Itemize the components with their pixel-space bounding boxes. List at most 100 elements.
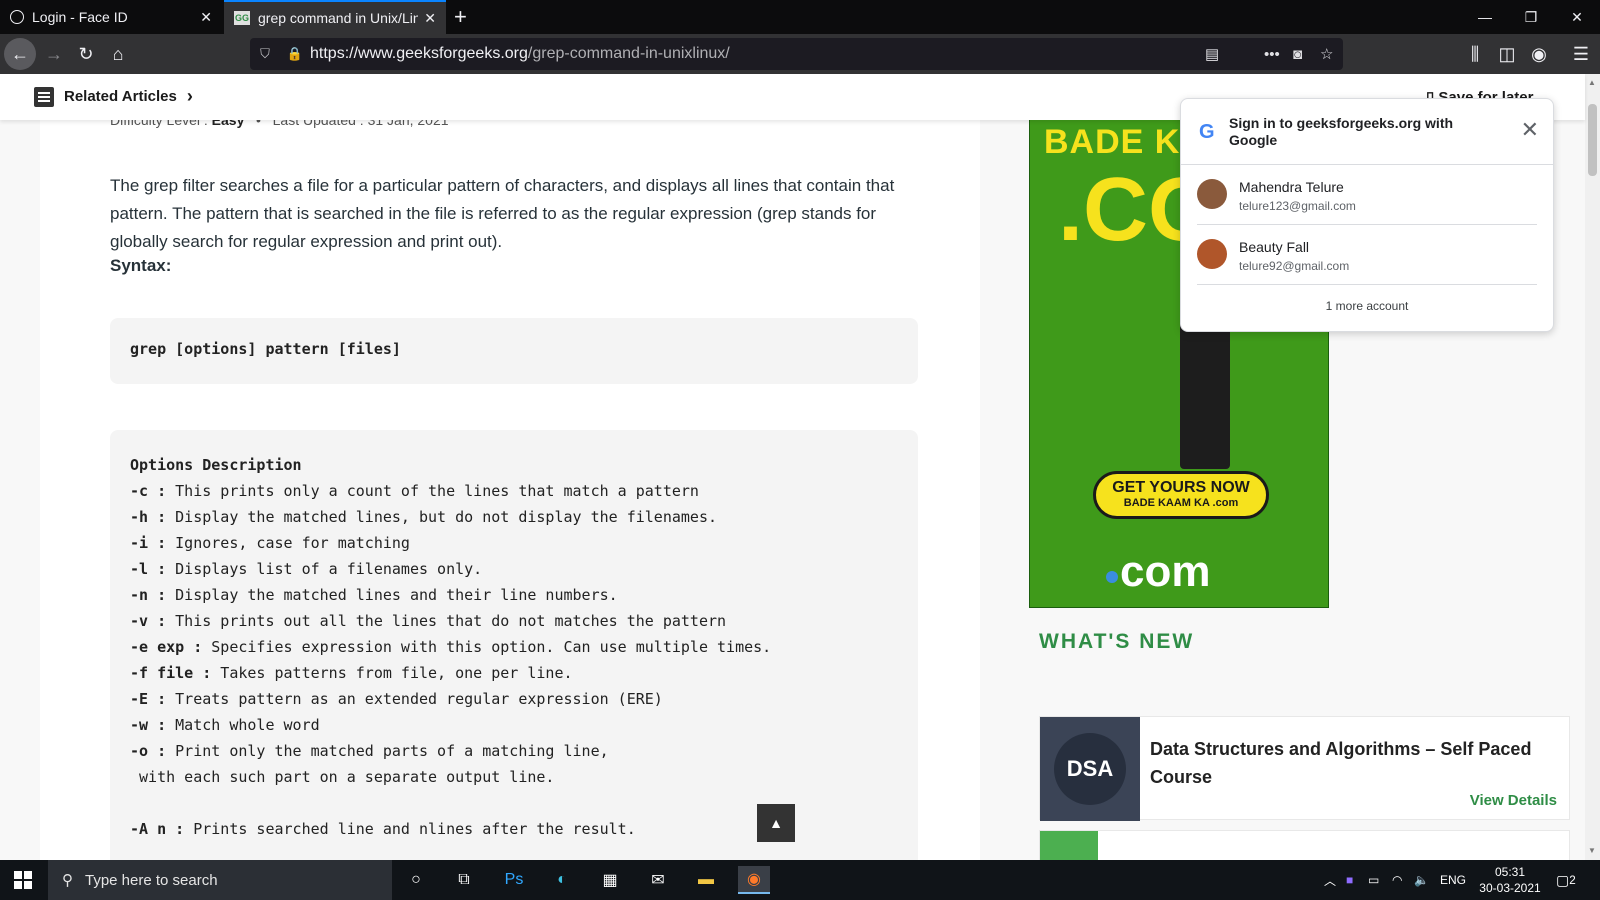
google-logo-icon: G [1199,121,1215,143]
option-flag: -v : [130,612,167,630]
globe-icon [10,10,24,24]
close-tab-icon[interactable]: ✕ [424,10,436,27]
option-line: -e exp : Specifies expression with this … [130,634,898,660]
google-signin-popup: G Sign in to geeksforgeeks.org with Goog… [1180,98,1554,332]
ad-com-text: com [1105,547,1211,596]
pocket-icon[interactable]: ◙ [1293,38,1302,70]
sidebar-toggle-icon[interactable]: ◫ [1491,38,1523,70]
options-code-block: Options Description -c : This prints onl… [110,430,918,860]
wifi-icon[interactable]: ◠ [1392,860,1402,900]
battery-icon[interactable]: ▭ [1368,860,1379,900]
intro-paragraph: The grep filter searches a file for a pa… [110,176,895,251]
mail-icon[interactable]: ✉ [642,866,674,894]
page-scrollbar[interactable]: ▲ ▼ [1585,74,1600,860]
close-icon[interactable]: ✕ [1521,117,1539,143]
firefox-icon[interactable]: ◉ [738,866,770,894]
article-body: Difficulty Level : Easy • Last Updated :… [40,74,980,860]
library-icon[interactable]: ⫼ [1459,38,1491,70]
course-card-title[interactable]: Data Structures and Algorithms – Self Pa… [1150,735,1560,791]
browser-nav-bar: ← → ↻ ⌂ ⛉ 🔒 https://www.geeksforgeeks.or… [0,34,1600,74]
avatar [1197,179,1227,209]
volume-icon[interactable]: 🔈 [1414,860,1429,900]
option-line: -f file : Takes patterns from file, one … [130,660,898,686]
account-icon[interactable]: ◉ [1523,38,1555,70]
file-explorer-icon[interactable]: ▬ [690,866,722,894]
windows-taskbar: ⚲ Type here to search ○ ⧉ Ps ◐ ▦ ✉ ▬ ◉ ︿… [0,860,1600,900]
new-tab-button[interactable]: + [454,4,467,30]
option-flag: -h : [130,508,167,526]
close-window-button[interactable]: ✕ [1554,0,1600,34]
option-description: Specifies expression with this option. C… [202,638,772,656]
option-description: Takes patterns from file, one per line. [211,664,573,682]
task-view-icon[interactable]: ⧉ [448,866,480,894]
view-details-link[interactable]: View Details [1470,792,1557,809]
taskbar-search-box[interactable]: ⚲ Type here to search [48,860,392,900]
store-icon[interactable]: ▦ [594,866,626,894]
clock-time: 05:31 [1494,865,1526,879]
reader-view-icon[interactable]: ▤ [1205,38,1219,70]
dsa-logo: DSA [1054,733,1126,805]
more-accounts-link[interactable]: 1 more account [1181,299,1553,313]
document-list-icon [34,86,54,107]
account-name: Beauty Fall [1239,239,1310,255]
scroll-to-top-button[interactable]: ▲ [757,804,795,842]
option-flag: -f file : [130,664,212,682]
lock-icon[interactable]: 🔒 [280,46,310,62]
gfg-favicon-icon: GG [234,11,250,25]
option-description: Treats pattern as an extended regular ex… [166,690,663,708]
tab-login-face-id[interactable]: Login - Face ID ✕ [0,0,222,34]
option-description: Prints searched line and nlines after th… [184,820,636,838]
shield-icon[interactable]: ⛉ [250,46,280,62]
related-articles-label: Related Articles [64,88,177,105]
option-line: -l : Displays list of a filenames only. [130,556,898,582]
url-path: /grep-command-in-unixlinux/ [527,45,730,62]
scroll-down-arrow-icon[interactable]: ▼ [1588,846,1596,855]
ad-cta-button[interactable]: GET YOURS NOW BADE KAAM KA .com [1093,471,1269,519]
scroll-up-arrow-icon[interactable]: ▲ [1588,78,1596,87]
system-clock[interactable]: 05:31 30-03-2021 [1474,864,1546,896]
course-thumbnail [1040,831,1098,860]
close-tab-icon[interactable]: ✕ [200,9,212,26]
meet-now-icon[interactable]: ■ [1346,860,1353,900]
url-bar[interactable]: ⛉ 🔒 https://www.geeksforgeeks.org/grep-c… [250,38,1343,70]
option-description: Ignores, case for matching [166,534,410,552]
dsa-course-image: DSA [1040,717,1140,821]
back-button[interactable]: ← [4,38,36,70]
option-line: -h : Display the matched lines, but do n… [130,504,898,530]
windows-start-icon[interactable] [14,871,32,889]
related-articles-link[interactable]: Related Articles › [34,86,193,107]
bookmark-star-icon[interactable]: ☆ [1320,38,1333,70]
restore-button[interactable]: ❐ [1508,0,1554,34]
scrollbar-thumb[interactable] [1588,104,1597,176]
syntax-code-block: grep [options] pattern [files] [110,318,918,384]
option-line: with each such part on a separate output… [130,764,898,790]
home-button[interactable]: ⌂ [102,38,134,70]
tab-grep-command[interactable]: GG grep command in Unix/Lin ✕ [224,0,446,34]
whats-new-heading: WHAT'S NEW [1039,630,1195,653]
notifications-icon[interactable]: ▢ 2 [1556,860,1576,900]
forward-button[interactable]: → [38,38,70,70]
account-option[interactable]: Beauty Fall telure92@gmail.com [1197,225,1537,285]
edge-icon[interactable]: ◐ [546,866,578,894]
course-card[interactable]: DSA Data Structures and Algorithms – Sel… [1039,716,1570,821]
option-flag: -A n : [130,820,185,838]
notification-count: 2 [1569,873,1576,887]
browser-tab-bar: Login - Face ID ✕ GG grep command in Uni… [0,0,1600,34]
option-flag: -w : [130,716,167,734]
account-name: Mahendra Telure [1239,179,1344,195]
option-flag: -n : [130,586,167,604]
course-card-partial[interactable] [1039,830,1570,860]
cortana-icon[interactable]: ○ [400,866,432,894]
option-line: -w : Match whole word [130,712,898,738]
options-list: -c : This prints only a count of the lin… [130,478,898,842]
syntax-heading: Syntax: [110,256,172,275]
page-actions-icon[interactable]: ••• [1264,38,1280,70]
reload-button[interactable]: ↻ [70,38,102,70]
menu-icon[interactable]: ☰ [1565,38,1597,70]
photoshop-icon[interactable]: Ps [498,866,530,894]
show-hidden-icons[interactable]: ︿ [1324,860,1336,900]
option-description: with each such part on a separate output… [130,768,555,786]
language-indicator[interactable]: ENG [1440,860,1466,900]
account-option[interactable]: Mahendra Telure telure123@gmail.com [1197,165,1537,225]
minimize-button[interactable]: — [1462,0,1508,34]
